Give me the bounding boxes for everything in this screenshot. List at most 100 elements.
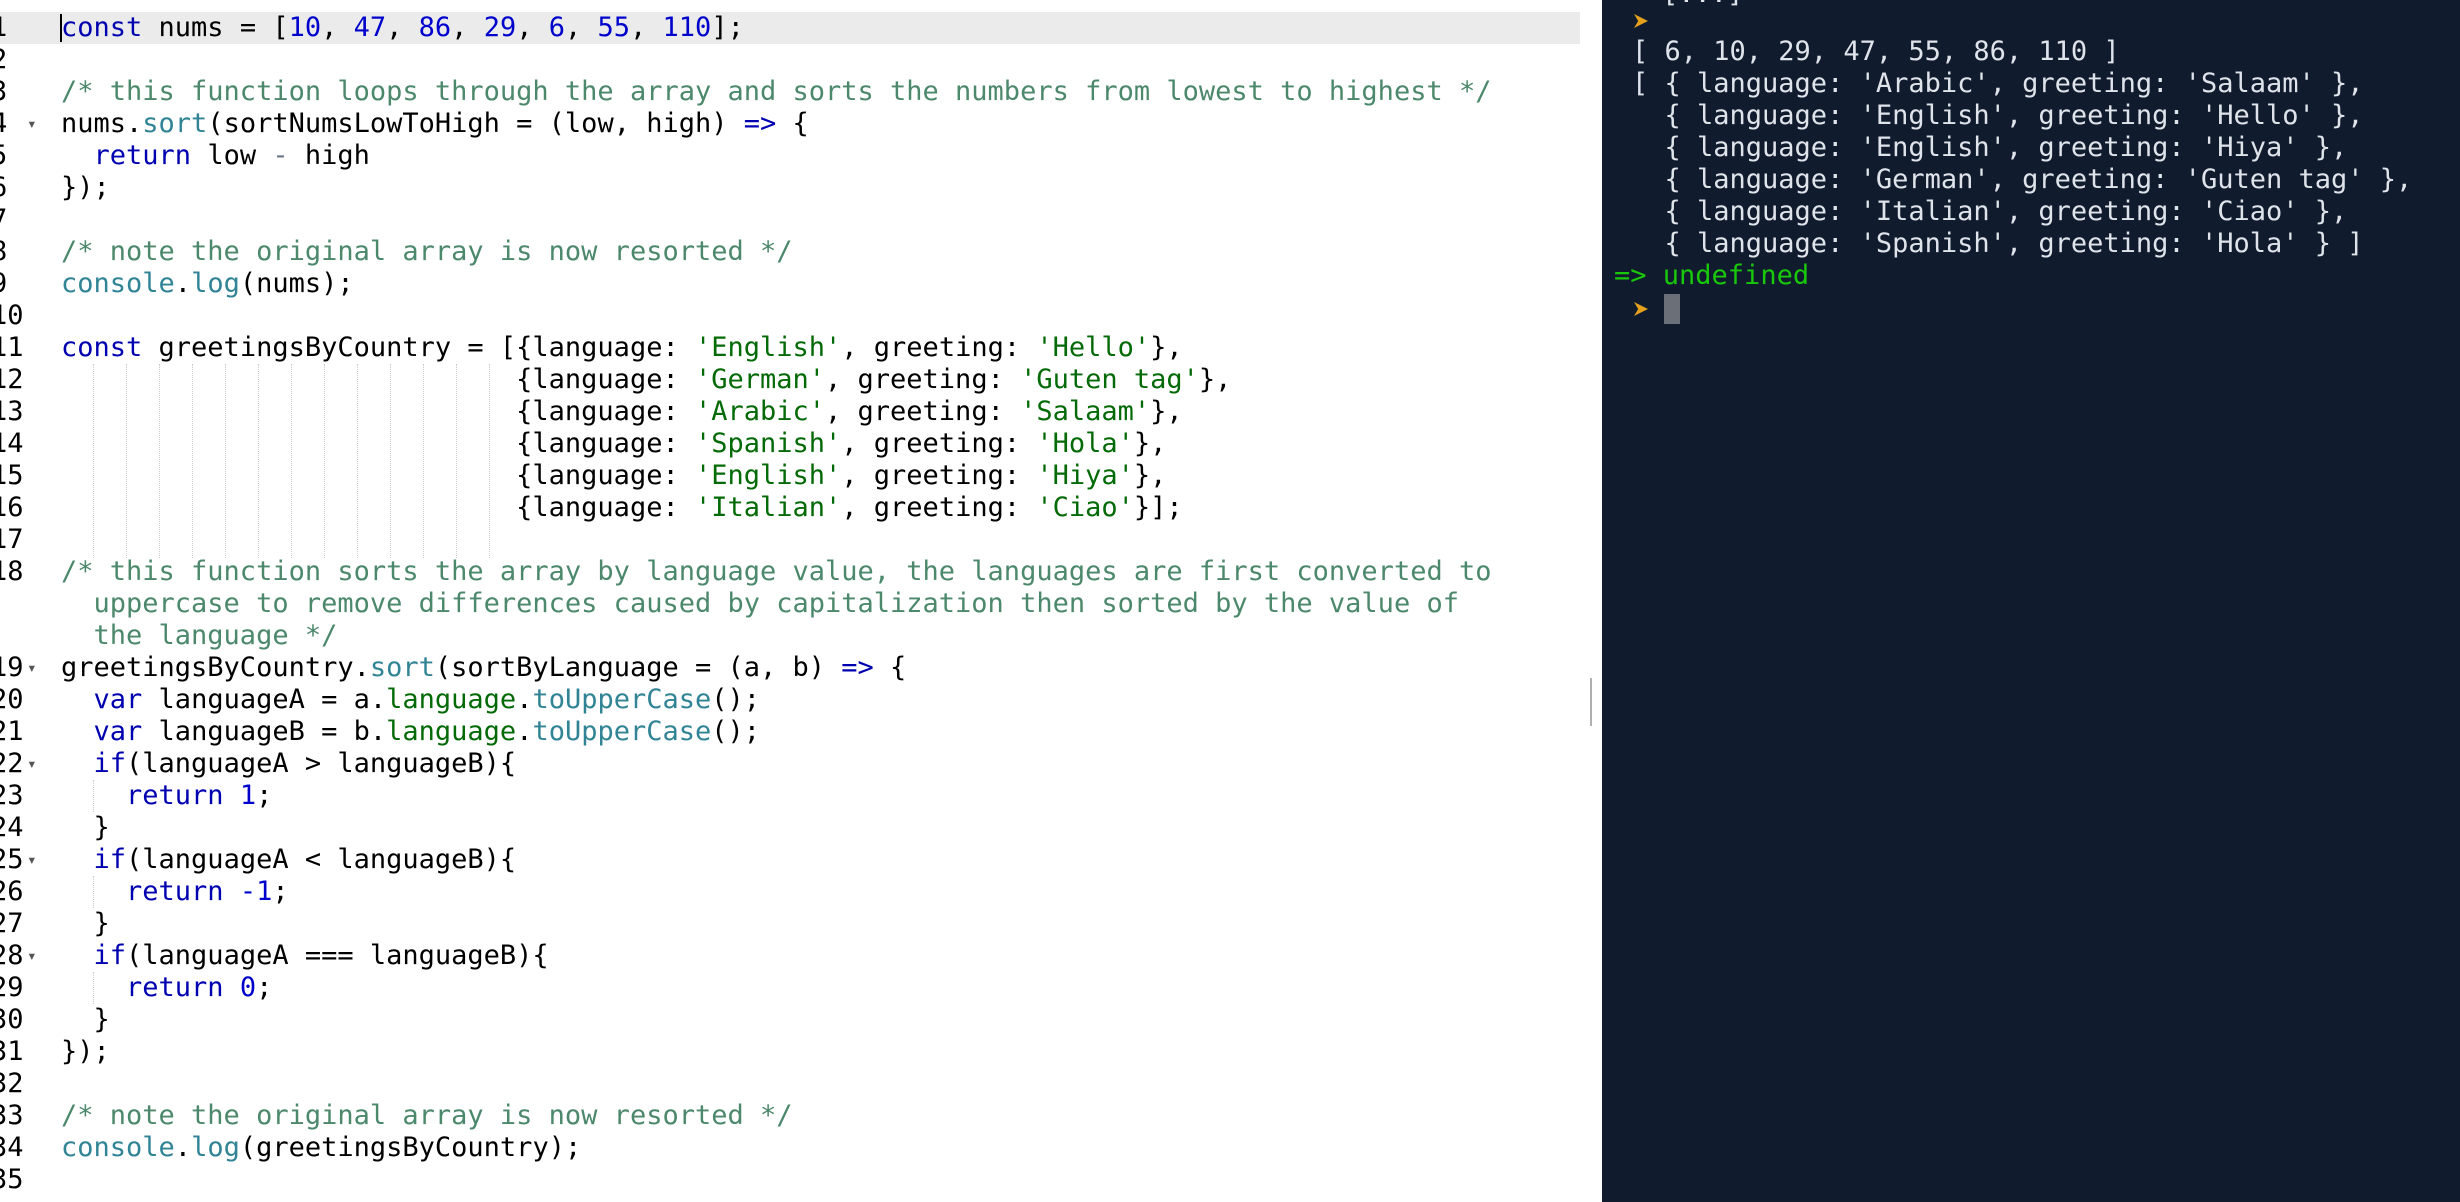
code-line[interactable]: {language: 'German', greeting: 'Guten ta…	[61, 364, 1576, 396]
code-text: },	[1133, 428, 1167, 459]
comment: /* this function loops through the array…	[61, 76, 1492, 107]
code-line[interactable]: console.log(nums);	[61, 268, 1576, 300]
code-line[interactable]: return -1;	[61, 876, 1576, 908]
comment: /* note the original array is now resort…	[61, 236, 793, 267]
code-line-empty[interactable]	[61, 1164, 1576, 1196]
string-literal: 'Ciao'	[1036, 492, 1134, 523]
console-input-cursor[interactable]	[1664, 294, 1680, 324]
code-text: greetingsByCountry = [{language:	[142, 332, 695, 363]
code-line[interactable]: /* note the original array is now resort…	[61, 236, 1576, 268]
code-line[interactable]: }	[61, 812, 1576, 844]
code-text: , greeting:	[841, 492, 1037, 523]
code-line[interactable]: return 1;	[61, 780, 1576, 812]
line-number-gutter[interactable]: 1 2 3 4▾ 5 6 7 8 9 10 11 12 13 14 15 16 …	[0, 12, 58, 1202]
code-line[interactable]: /* this function loops through the array…	[61, 76, 1576, 108]
code-line[interactable]: }	[61, 908, 1576, 940]
console-output-line: [ { language: 'Arabic', greeting: 'Salaa…	[1632, 68, 2364, 99]
fold-arrow-icon[interactable]: ▾	[27, 844, 37, 876]
line-number-blank	[0, 620, 56, 652]
string-literal: 'Arabic'	[694, 396, 826, 427]
code-line[interactable]: {language: 'Italian', greeting: 'Ciao'}]…	[61, 492, 1576, 524]
object-name: console	[61, 268, 175, 299]
code-text: nums = [	[142, 12, 289, 43]
line-number-text: 22	[0, 748, 24, 779]
line-number: 14	[0, 428, 24, 459]
string-literal: 'Guten tag'	[1020, 364, 1199, 395]
line-number: 15	[0, 460, 24, 491]
code-line[interactable]: return 0;	[61, 972, 1576, 1004]
prompt-icon	[1634, 302, 1648, 316]
code-line-empty[interactable]	[61, 1068, 1576, 1100]
splitter-grip[interactable]	[1590, 678, 1592, 726]
arrow-operator: =>	[841, 652, 874, 683]
number-literal: 110	[662, 12, 712, 43]
code-text: {language:	[61, 364, 695, 395]
console-panel[interactable]: [...] [ 6, 10, 29, 47, 55, 86, 110 ] [ {…	[1602, 0, 2460, 1202]
keyword: return	[126, 972, 224, 1003]
code-line[interactable]: var languageA = a.language.toUpperCase()…	[61, 684, 1576, 716]
code-line[interactable]: return low - high	[61, 140, 1576, 172]
fold-arrow-icon[interactable]: ▾	[27, 940, 37, 972]
line-number: 12	[0, 364, 24, 395]
code-line[interactable]: var languageB = b.language.toUpperCase()…	[61, 716, 1576, 748]
fold-arrow-icon[interactable]: ▾	[27, 652, 37, 684]
string-literal: 'Hello'	[1036, 332, 1151, 363]
code-line-empty[interactable]	[61, 204, 1576, 236]
code-line[interactable]: if(languageA < languageB){	[61, 844, 1576, 876]
line-number: 8	[0, 236, 56, 268]
code-line[interactable]: /* this function sorts the array by lang…	[61, 556, 1576, 588]
number-literal: 47	[353, 12, 387, 43]
line-number: 13	[0, 396, 24, 427]
code-text: ,	[630, 12, 663, 43]
line-number-blank	[0, 588, 56, 620]
code-line[interactable]: if(languageA > languageB){	[61, 748, 1576, 780]
fold-arrow-icon[interactable]: ▾	[27, 748, 37, 780]
code-editor[interactable]: 1 2 3 4▾ 5 6 7 8 9 10 11 12 13 14 15 16 …	[0, 0, 1580, 1202]
code-line[interactable]: {language: 'Arabic', greeting: 'Salaam'}…	[61, 396, 1576, 428]
comment: /* note the original array is now resort…	[61, 1100, 793, 1131]
code-line-wrap[interactable]: the language */	[61, 620, 1576, 652]
code-line-empty[interactable]	[61, 300, 1576, 332]
fold-arrow-icon[interactable]: ▾	[27, 108, 37, 140]
code-line[interactable]: greetingsByCountry.sort(sortByLanguage =…	[61, 652, 1576, 684]
code-line[interactable]: console.log(greetingsByCountry);	[61, 1132, 1576, 1164]
keyword: const	[61, 332, 143, 363]
property-name: language	[386, 684, 517, 715]
code-line[interactable]: }	[61, 1004, 1576, 1036]
code-line[interactable]: {language: 'English', greeting: 'Hiya'},	[61, 460, 1576, 492]
code-line[interactable]: if(languageA === languageB){	[61, 940, 1576, 972]
keyword: if	[93, 748, 127, 779]
object-name: console	[61, 1132, 175, 1163]
code-line[interactable]: });	[61, 1036, 1576, 1068]
code-line-empty[interactable]	[61, 44, 1576, 76]
code-line[interactable]: const greetingsByCountry = [{language: '…	[61, 332, 1576, 364]
code-line[interactable]: const nums = [10, 47, 86, 29, 6, 55, 110…	[61, 12, 1576, 44]
comment: the language */	[61, 620, 338, 651]
code-line[interactable]: /* note the original array is now resort…	[61, 1100, 1576, 1132]
code-area[interactable]: const nums = [10, 47, 86, 29, 6, 55, 110…	[61, 12, 1576, 1202]
code-line[interactable]: {language: 'Spanish', greeting: 'Hola'},	[61, 428, 1576, 460]
line-number-text: 28	[0, 940, 24, 971]
line-number: 27	[0, 908, 24, 939]
code-text: (languageA > languageB){	[126, 748, 517, 779]
string-literal: 'Italian'	[694, 492, 842, 523]
pane-splitter[interactable]	[1580, 0, 1602, 1202]
line-number: 16	[0, 492, 24, 523]
number-literal: 6	[548, 12, 565, 43]
line-number: 22▾	[0, 748, 56, 780]
code-text: (greetingsByCountry);	[239, 1132, 582, 1163]
number-literal: 55	[597, 12, 631, 43]
code-line-empty[interactable]	[61, 524, 1576, 556]
code-line[interactable]: });	[61, 172, 1576, 204]
code-text: .	[516, 716, 533, 747]
line-number: 1	[0, 12, 56, 44]
code-line[interactable]: nums.sort(sortNumsLowToHigh = (low, high…	[61, 108, 1576, 140]
number-literal: 10	[288, 12, 322, 43]
code-line-wrap[interactable]: uppercase to remove differences caused b…	[61, 588, 1576, 620]
